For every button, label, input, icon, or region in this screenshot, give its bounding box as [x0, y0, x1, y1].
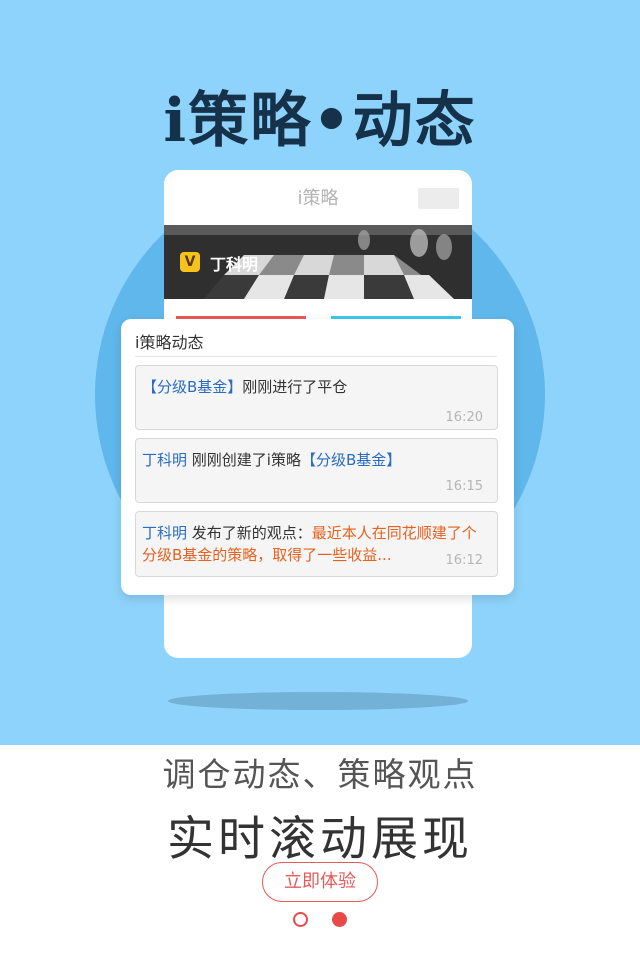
feed-action-text: 刚刚进行了平仓	[242, 378, 348, 396]
user-link[interactable]: 丁科明	[142, 451, 187, 469]
headline: 实时滚动展现	[167, 812, 473, 867]
feed-text: 丁科明 刚刚创建了i策略【分级B基金】	[142, 449, 487, 471]
banner-user-name: 丁科明	[210, 255, 259, 274]
subtitle: 调仓动态、策略观点	[162, 755, 478, 794]
feed-time: 16:20	[445, 410, 483, 425]
phone-banner[interactable]: V 丁科明	[164, 225, 472, 299]
page-dot-inactive[interactable]	[293, 912, 308, 927]
try-now-button[interactable]: 立即体验	[262, 862, 378, 902]
feed-time: 16:15	[445, 479, 483, 494]
feed-item[interactable]: 【分级B基金】刚刚进行了平仓 16:20	[135, 365, 498, 430]
feed-item[interactable]: 丁科明 发布了新的观点：最近本人在同花顺建了个分级B基金的策略，取得了一些收益.…	[135, 511, 498, 577]
hero-area: i策略•动态 i策略 V 丁科明 i策略动态 【分级B基金】刚刚进行了平仓 16…	[0, 0, 640, 745]
feed-item[interactable]: 丁科明 刚刚创建了i策略【分级B基金】 16:15	[135, 438, 498, 503]
fund-link[interactable]: 【分级B基金】	[301, 451, 401, 469]
verified-badge-icon: V	[180, 252, 200, 272]
card-title: i策略动态	[135, 333, 204, 352]
page-dot-active[interactable]	[332, 912, 347, 927]
card-divider	[135, 356, 497, 357]
phone-header-button[interactable]	[418, 188, 459, 209]
feed-text: 【分级B基金】刚刚进行了平仓	[142, 376, 487, 398]
user-link[interactable]: 丁科明	[142, 524, 187, 542]
phone-shadow	[168, 692, 468, 710]
feed-text: 丁科明 发布了新的观点：最近本人在同花顺建了个分级B基金的策略，取得了一些收益.…	[142, 522, 487, 566]
strategy-feed-card: i策略动态 【分级B基金】刚刚进行了平仓 16:20 丁科明 刚刚创建了i策略【…	[121, 319, 514, 595]
feed-action-text: 发布了新的观点：	[187, 524, 312, 542]
hero-title: i策略•动态	[163, 86, 477, 156]
feed-time: 16:12	[445, 553, 483, 568]
fund-link[interactable]: 【分级B基金】	[142, 378, 242, 396]
feed-action-text: 刚刚创建了i策略	[187, 451, 301, 469]
